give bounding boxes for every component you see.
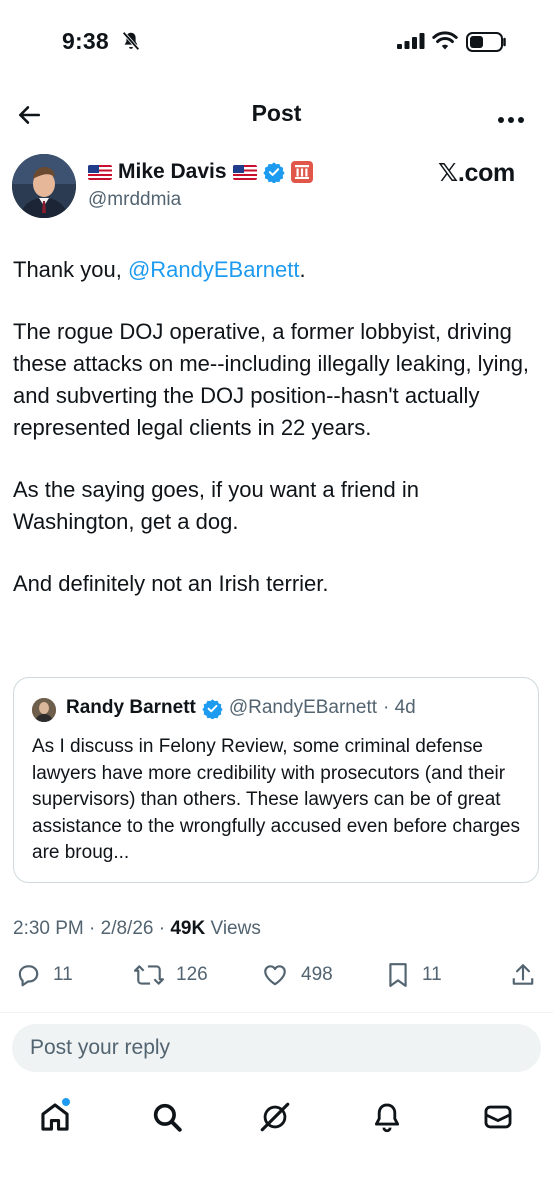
messages-icon[interactable]	[481, 1100, 515, 1139]
post-paragraph-4: And definitely not an Irish terrier.	[13, 571, 329, 596]
verified-icon	[202, 698, 223, 719]
bell-slash-icon	[120, 30, 142, 57]
battery-icon	[466, 31, 508, 58]
author-name-row: Mike Davis	[88, 160, 313, 184]
us-flag-icon	[88, 164, 112, 180]
quote-author-handle: @RandyEBarnett	[228, 697, 377, 718]
author-name[interactable]: Mike Davis	[118, 160, 227, 184]
quote-author-name[interactable]: Randy Barnett	[66, 697, 196, 719]
reply-count: 11	[53, 964, 73, 985]
notification-dot	[60, 1096, 72, 1108]
reply-icon	[18, 965, 39, 987]
mention-link[interactable]: @RandyEBarnett	[128, 257, 300, 282]
repost-button[interactable]: 126	[134, 962, 208, 988]
divider	[0, 1012, 553, 1013]
quoted-post-card[interactable]: Randy Barnett @RandyEBarnett · 4d As I d…	[13, 677, 539, 883]
post-meta: 2:30 PM · 2/8/26 · 49K Views	[13, 918, 261, 940]
bookmark-icon	[389, 963, 407, 987]
post-paragraph-1: Thank you, @RandyEBarnett.	[13, 254, 543, 286]
quote-age: · 4d	[383, 697, 416, 718]
more-icon[interactable]	[497, 111, 525, 129]
share-icon	[512, 964, 534, 985]
action-bar: 11 126 498 11	[0, 962, 553, 996]
search-icon[interactable]	[150, 1100, 184, 1139]
post-intro-end: .	[299, 257, 306, 282]
page-title: Post	[251, 100, 302, 126]
views-label: Views	[205, 918, 261, 939]
like-button[interactable]: 498	[261, 962, 333, 988]
affiliation-icon[interactable]	[290, 161, 313, 183]
views-count: 49K	[170, 918, 206, 939]
post-body: Thank you, @RandyEBarnett. The rogue DOJ…	[13, 254, 543, 630]
post-timestamp: 2:30 PM · 2/8/26 ·	[13, 918, 171, 939]
grok-icon[interactable]	[258, 1100, 292, 1139]
avatar[interactable]	[12, 154, 76, 218]
signal-icon	[397, 33, 425, 54]
reply-button[interactable]: 11	[15, 962, 73, 988]
like-icon	[264, 965, 286, 986]
share-button[interactable]	[510, 962, 536, 988]
post-intro: Thank you,	[13, 257, 128, 282]
quote-avatar[interactable]	[32, 698, 56, 722]
bookmark-count: 11	[422, 964, 442, 985]
bookmark-button[interactable]: 11	[386, 962, 442, 988]
author-handle[interactable]: @mrddmia	[88, 189, 181, 211]
verified-icon	[262, 161, 285, 183]
reply-placeholder: Post your reply	[30, 1036, 171, 1059]
quote-text: As I discuss in Felony Review, some crim…	[32, 736, 520, 863]
status-time: 9:38	[62, 28, 109, 54]
us-flag-icon	[232, 164, 257, 180]
wifi-icon	[432, 31, 458, 56]
like-count: 498	[301, 964, 333, 985]
post-paragraph-3: As the saying goes, if you want a friend…	[13, 477, 420, 534]
repost-icon	[134, 965, 164, 985]
brand-watermark: 𝕏.com	[438, 159, 515, 187]
quote-header: Randy Barnett @RandyEBarnett · 4d	[66, 697, 416, 719]
notifications-icon[interactable]	[370, 1100, 404, 1139]
post-paragraph-2: The rogue DOJ operative, a former lobbyi…	[13, 319, 530, 440]
repost-count: 126	[176, 964, 208, 985]
